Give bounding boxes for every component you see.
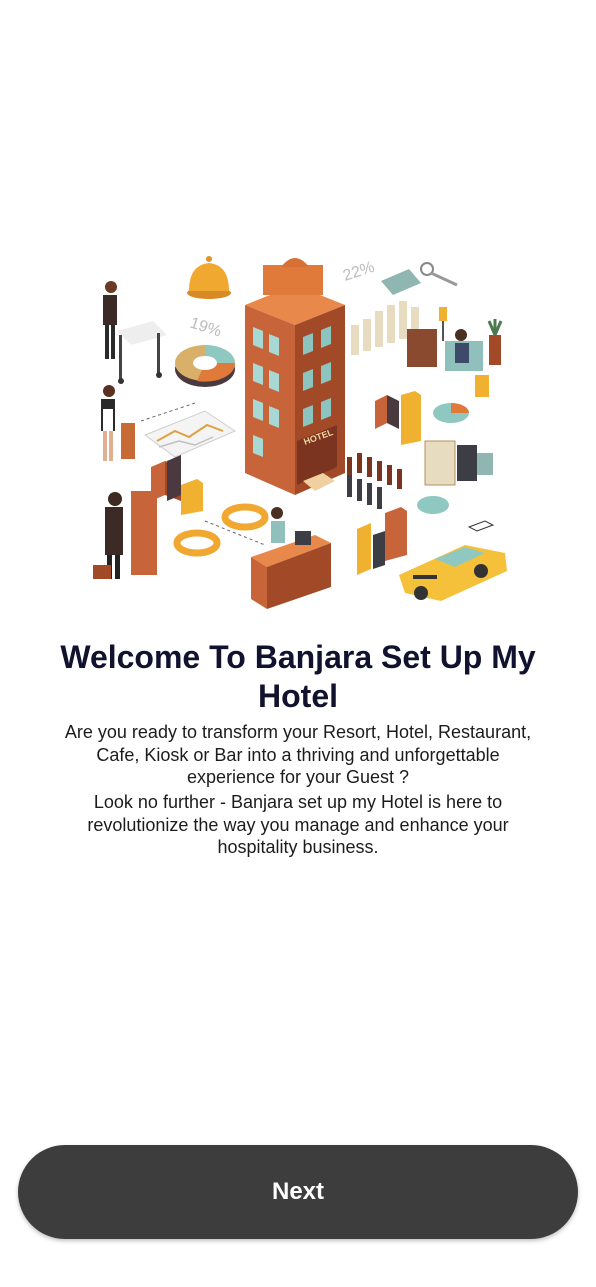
welcome-screen: 19% 22% HOTEL Welcome To Banjara Set Up …	[0, 0, 596, 1287]
page-title: Welcome To Banjara Set Up My Hotel	[60, 639, 536, 714]
donut-chart-icon	[175, 345, 236, 387]
intro-paragraph: Are you ready to transform your Resort, …	[64, 722, 532, 787]
graph-card-icon	[140, 402, 237, 458]
percent-left-label: 19%	[188, 315, 224, 341]
waiter-figure	[103, 281, 167, 384]
hotel-building-icon: HOTEL	[245, 258, 345, 495]
pitch-paragraph: Look no further - Banjara set up my Hote…	[87, 792, 509, 857]
housekeeper-figure	[101, 385, 135, 461]
bar-blocks-bottom	[357, 507, 407, 575]
bar-blocks-right	[375, 391, 469, 445]
doorman-figure	[93, 491, 157, 579]
guest-crowd	[347, 453, 402, 509]
ring-chart-icons	[173, 503, 269, 557]
percent-right-label: 22%	[341, 259, 377, 285]
cloche-icon	[187, 256, 231, 299]
hotel-isometric-illustration: 19% 22% HOTEL	[93, 256, 507, 609]
taxi-icon	[399, 520, 507, 601]
luggage-icon	[417, 440, 493, 514]
bar-blocks-left	[151, 455, 203, 515]
next-button[interactable]: Next	[18, 1145, 578, 1239]
room-key-icon	[381, 262, 458, 295]
guest-armchair-figure	[407, 307, 503, 397]
